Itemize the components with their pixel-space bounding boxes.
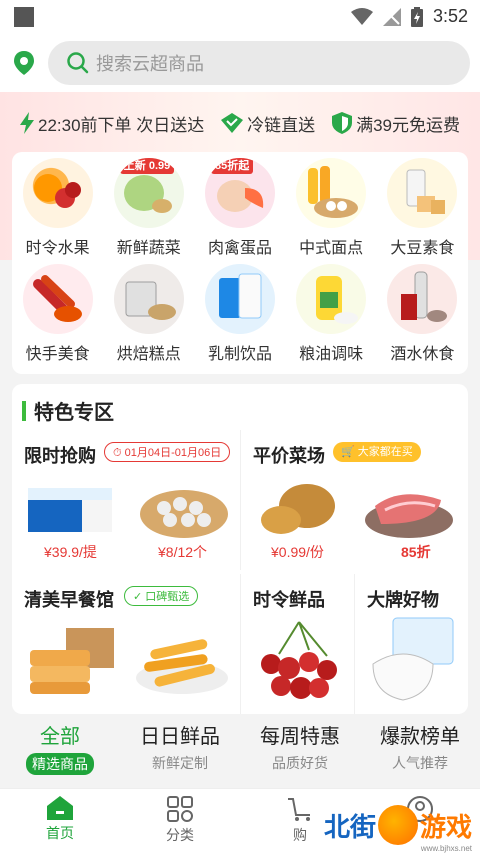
featured-row-2: 清美早餐馆 ✓ 口碑甄选 时令鲜品 大牌好物 bbox=[12, 574, 468, 714]
category-vegetable[interactable]: 上新 0.99 新鲜蔬菜 bbox=[103, 158, 194, 264]
notification-icon bbox=[14, 7, 34, 27]
category-oil[interactable]: 粮油调味 bbox=[286, 264, 377, 370]
bread-image bbox=[30, 628, 114, 694]
nav-category[interactable]: 分类 bbox=[120, 789, 240, 853]
shield-icon bbox=[332, 112, 353, 134]
category-dairy[interactable]: 乳制饮品 bbox=[194, 264, 285, 370]
fruit-image bbox=[22, 158, 93, 228]
brand-title: 大牌好物 bbox=[367, 590, 439, 610]
promo-freeship: 满39元免运费 bbox=[332, 111, 460, 136]
search-placeholder: 搜索云超商品 bbox=[96, 54, 204, 74]
featured-section: 特色专区 限时抢购 ⏱ 01月04日-01月06日 ¥39.9/提 ¥8/12个… bbox=[12, 384, 468, 714]
cherries-image bbox=[261, 621, 337, 699]
tab-weekly-deals[interactable]: 每周特惠 品质好货 bbox=[240, 720, 360, 784]
flash-price-2: ¥8/12个 bbox=[158, 544, 208, 560]
category-bakery[interactable]: 烘焙糕点 bbox=[103, 264, 194, 370]
watermark-url: www.bjhxs.net bbox=[420, 844, 472, 853]
tab-all[interactable]: 全部 精选商品 bbox=[0, 720, 120, 784]
location-pin-icon[interactable] bbox=[12, 50, 36, 76]
search-icon bbox=[67, 52, 89, 74]
category-drinks[interactable]: 酒水休食 bbox=[377, 264, 468, 370]
flash-sale-title: 限时抢购 bbox=[24, 446, 96, 466]
cheap-price-1: ¥0.99/份 bbox=[271, 544, 324, 560]
fried-dough-image bbox=[136, 639, 228, 694]
status-icons: 3:52 bbox=[350, 6, 468, 27]
bakery-image bbox=[113, 264, 184, 334]
cheap-market-title: 平价菜场 bbox=[253, 446, 325, 466]
breakfast-title: 清美早餐馆 bbox=[24, 590, 114, 610]
flash-price-1: ¥39.9/提 bbox=[44, 544, 97, 560]
nav-home[interactable]: 首页 bbox=[0, 789, 120, 853]
potato-image bbox=[261, 484, 335, 534]
vegetable-image: 上新 0.99 bbox=[113, 158, 184, 228]
category-panel: 时令水果 上新 0.99 新鲜蔬菜 85折起 肉禽蛋品 中式面点 大豆素食 快手… bbox=[12, 152, 468, 374]
flash-sale-date-tag: ⏱ 01月04日-01月06日 bbox=[104, 442, 231, 462]
product-tabs: 全部 精选商品 日日鲜品 新鲜定制 每周特惠 品质好货 爆款榜单 人气推荐 bbox=[0, 720, 480, 784]
home-icon bbox=[47, 796, 73, 820]
category-quickmeal[interactable]: 快手美食 bbox=[12, 264, 103, 370]
wifi-icon bbox=[350, 7, 373, 25]
quickmeal-image bbox=[22, 264, 93, 334]
promo-strip: 22:30前下单 次日送达 冷链直送 满39元免运费 bbox=[12, 100, 468, 146]
soy-image bbox=[387, 158, 458, 228]
drinks-image bbox=[387, 264, 458, 334]
title-accent-bar bbox=[22, 400, 26, 421]
meat-image: 85折起 bbox=[204, 158, 275, 228]
grid-icon bbox=[167, 796, 193, 822]
featured-header: 特色专区 bbox=[22, 396, 114, 425]
cheap-market-tag: 🛒 大家都在买 bbox=[333, 442, 421, 462]
category-badge: 上新 0.99 bbox=[119, 158, 175, 174]
top-bar: 搜索云超商品 bbox=[0, 34, 480, 92]
promo-delivery: 22:30前下单 次日送达 bbox=[20, 111, 204, 136]
lightning-icon bbox=[20, 112, 34, 134]
buns-image bbox=[140, 490, 228, 538]
promo-coldchain: 冷链直送 bbox=[221, 111, 315, 136]
category-pastry[interactable]: 中式面点 bbox=[286, 158, 377, 264]
watermark: 北街 游戏 bbox=[324, 805, 472, 845]
brand-card[interactable]: 大牌好物 bbox=[355, 574, 468, 712]
clock-icon: ⏱ bbox=[113, 447, 122, 459]
breakfast-card[interactable]: 清美早餐馆 ✓ 口碑甄选 bbox=[12, 574, 240, 712]
dairy-image bbox=[204, 264, 275, 334]
mask-image bbox=[372, 617, 454, 701]
cheap-price-2: 85折 bbox=[401, 544, 431, 560]
category-fruit[interactable]: 时令水果 bbox=[12, 158, 103, 264]
category-badge: 85折起 bbox=[210, 158, 254, 174]
clock: 3:52 bbox=[432, 6, 468, 26]
status-bar: 3:52 bbox=[0, 0, 480, 34]
cart-icon: 🛒 bbox=[341, 446, 355, 458]
watermark-logo-icon bbox=[377, 805, 418, 845]
breakfast-tag: ✓ 口碑甄选 bbox=[124, 586, 199, 606]
category-soy[interactable]: 大豆素食 bbox=[377, 158, 468, 264]
cheap-market-card[interactable]: 平价菜场 🛒 大家都在买 ¥0.99/份 85折 bbox=[241, 430, 468, 568]
no-signal-icon bbox=[382, 7, 401, 26]
search-bar[interactable]: 搜索云超商品 bbox=[48, 41, 470, 85]
seasonal-title: 时令鲜品 bbox=[253, 590, 325, 610]
seasonal-card[interactable]: 时令鲜品 bbox=[241, 574, 354, 712]
category-meat[interactable]: 85折起 肉禽蛋品 bbox=[194, 158, 285, 264]
tab-daily-fresh[interactable]: 日日鲜品 新鲜定制 bbox=[120, 720, 240, 784]
oil-image bbox=[296, 264, 367, 334]
featured-title: 特色专区 bbox=[34, 402, 114, 424]
tab-bestsellers[interactable]: 爆款榜单 人气推荐 bbox=[360, 720, 480, 784]
category-grid: 时令水果 上新 0.99 新鲜蔬菜 85折起 肉禽蛋品 中式面点 大豆素食 快手… bbox=[12, 158, 468, 370]
check-shield-icon bbox=[221, 113, 244, 133]
thumbs-up-icon: ✓ bbox=[133, 591, 143, 603]
flash-sale-card[interactable]: 限时抢购 ⏱ 01月04日-01月06日 ¥39.9/提 ¥8/12个 bbox=[12, 430, 240, 568]
battery-icon bbox=[410, 6, 423, 27]
milk-box-image bbox=[28, 488, 112, 532]
pork-image bbox=[365, 494, 453, 538]
pastry-image bbox=[296, 158, 367, 228]
cart-icon bbox=[288, 798, 310, 821]
featured-row-1: 限时抢购 ⏱ 01月04日-01月06日 ¥39.9/提 ¥8/12个 平价菜场… bbox=[12, 430, 468, 570]
